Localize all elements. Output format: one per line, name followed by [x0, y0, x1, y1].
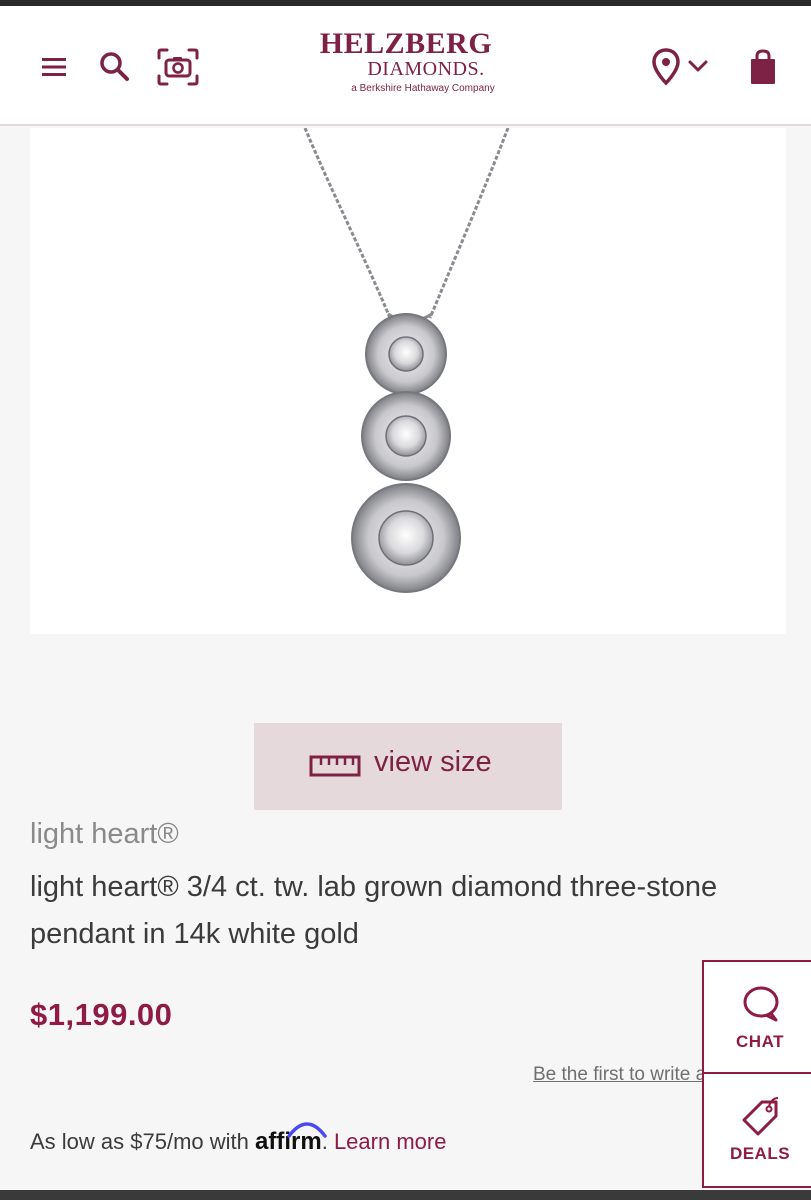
- home-indicator-bar: [0, 1190, 811, 1200]
- deals-label: DEALS: [729, 1144, 791, 1163]
- pendant-image: [303, 128, 510, 593]
- deals-button[interactable]: DEALS: [702, 1072, 811, 1188]
- visual-search-icon[interactable]: [155, 46, 201, 88]
- brand-name[interactable]: light heart®: [30, 818, 179, 851]
- chat-button[interactable]: CHAT: [702, 960, 811, 1074]
- ruler-icon: [309, 753, 361, 779]
- view-size-button[interactable]: view size: [254, 723, 562, 810]
- affirm-logo: affirm: [255, 1122, 327, 1155]
- chat-bubble-icon: [740, 984, 782, 1026]
- logo-sub-text: DIAMONDS.: [367, 58, 485, 80]
- product-price: $1,199.00: [30, 997, 173, 1032]
- chevron-down-icon[interactable]: [686, 56, 710, 76]
- financing-message: As low as $75/mo with affirm. Learn more: [30, 1122, 447, 1156]
- view-size-label: view size: [374, 746, 492, 778]
- chat-label: CHAT: [736, 1032, 784, 1051]
- menu-icon[interactable]: [40, 56, 68, 78]
- affirm-arc-icon: [287, 1122, 327, 1138]
- logo-tagline: a Berkshire Hathaway Company: [351, 83, 495, 94]
- search-icon[interactable]: [98, 50, 132, 84]
- financing-prefix: As low as $75/mo with: [30, 1129, 249, 1154]
- site-header: HELZBERG DIAMONDS. a Berkshire Hathaway …: [0, 6, 811, 126]
- shopping-bag-icon[interactable]: [748, 48, 778, 86]
- brand-logo[interactable]: HELZBERG DIAMONDS. a Berkshire Hathaway …: [300, 28, 512, 108]
- logo-main-text: HELZBERG: [319, 27, 493, 60]
- location-icon[interactable]: [652, 48, 680, 86]
- product-title: light heart® 3/4 ct. tw. lab grown diamo…: [30, 871, 718, 950]
- tag-icon: [740, 1096, 782, 1138]
- product-image[interactable]: [30, 128, 786, 634]
- write-review-link[interactable]: Be the first to write a review: [533, 1064, 705, 1094]
- learn-more-link[interactable]: Learn more: [334, 1129, 447, 1154]
